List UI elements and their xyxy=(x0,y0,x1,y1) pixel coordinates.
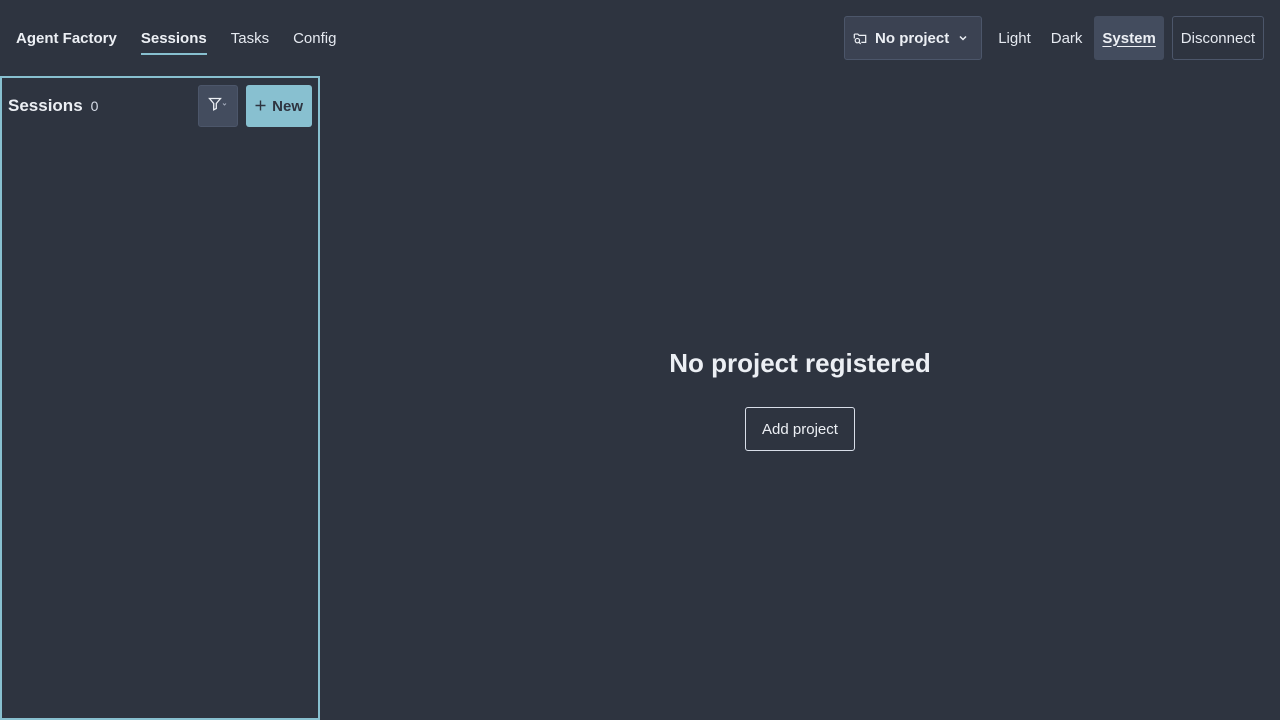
theme-system-button[interactable]: System xyxy=(1094,16,1164,60)
add-project-button[interactable]: Add project xyxy=(745,407,855,451)
theme-light-button[interactable]: Light xyxy=(990,16,1039,60)
nav-right: No project Light Dark System Disconnect xyxy=(844,16,1264,60)
plus-icon xyxy=(255,98,266,115)
project-select[interactable]: No project xyxy=(844,16,983,60)
chevron-down-icon xyxy=(957,32,969,44)
sidebar-actions: New xyxy=(198,85,312,127)
filter-icon xyxy=(208,97,228,116)
new-session-button[interactable]: New xyxy=(246,85,312,127)
sidebar-header: Sessions 0 New xyxy=(2,78,318,134)
sidebar-title: Sessions xyxy=(8,96,83,115)
top-bar: Agent Factory Sessions Tasks Config No p… xyxy=(0,0,1280,76)
empty-state-title: No project registered xyxy=(669,348,931,378)
new-session-label: New xyxy=(272,97,303,115)
empty-state: No project registered Add project xyxy=(320,348,1280,451)
session-count: 0 xyxy=(90,98,99,114)
sidebar-title-group: Sessions 0 xyxy=(8,96,98,116)
folder-search-icon xyxy=(853,31,867,45)
filter-button[interactable] xyxy=(198,85,239,127)
tab-tasks[interactable]: Tasks xyxy=(231,26,269,51)
project-select-label: No project xyxy=(875,29,950,47)
sessions-sidebar: Sessions 0 New xyxy=(0,76,320,720)
disconnect-button[interactable]: Disconnect xyxy=(1171,16,1264,60)
main-content: No project registered Add project xyxy=(320,76,1280,720)
nav-left: Agent Factory Sessions Tasks Config xyxy=(16,0,360,76)
tab-config[interactable]: Config xyxy=(293,26,336,51)
theme-dark-button[interactable]: Dark xyxy=(1043,16,1091,60)
tab-sessions[interactable]: Sessions xyxy=(140,26,207,55)
app-brand[interactable]: Agent Factory xyxy=(16,30,117,47)
